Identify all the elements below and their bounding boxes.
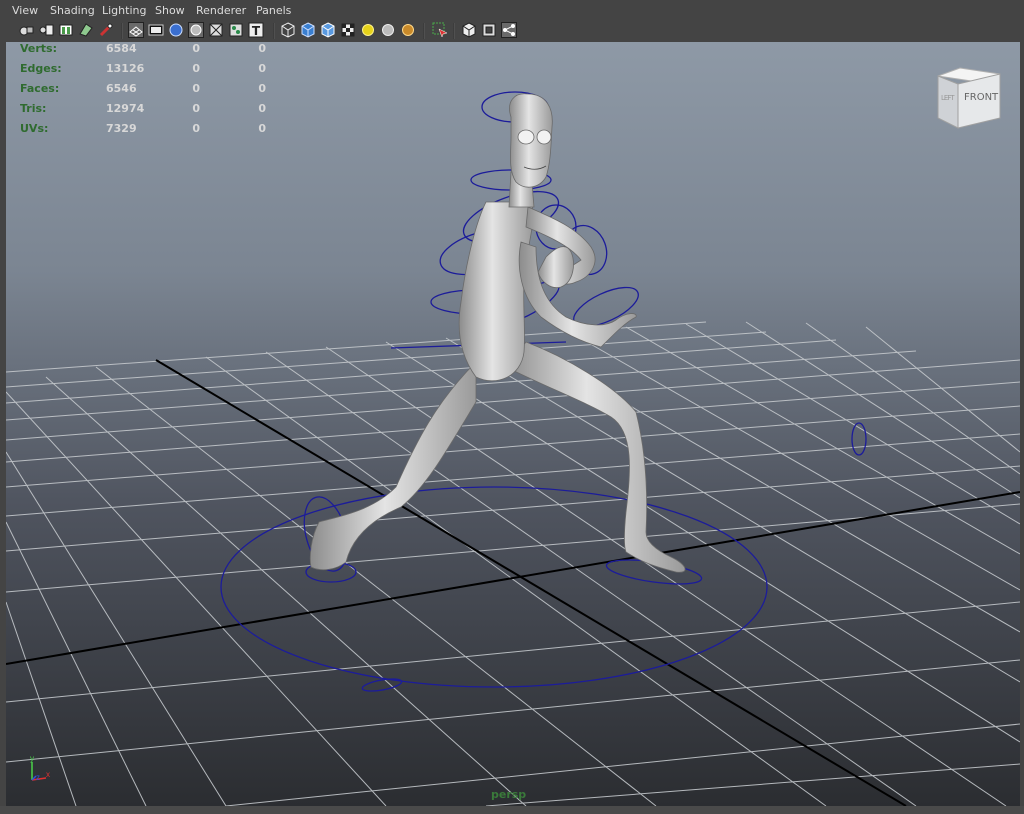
toolbar-separator bbox=[121, 23, 123, 39]
hud-value-uvs: 7329 bbox=[106, 122, 137, 135]
camera-name-label: persp bbox=[491, 788, 527, 801]
menu-renderer[interactable]: Renderer bbox=[196, 4, 246, 17]
xray-select-icon[interactable] bbox=[432, 22, 448, 38]
view-cube-left-label[interactable]: LEFT bbox=[941, 94, 954, 102]
hud-label-uvs: UVs: bbox=[20, 122, 49, 135]
view-cube[interactable]: FRONT LEFT bbox=[934, 66, 1004, 130]
axis-label-x: x bbox=[46, 770, 50, 779]
hud-value-verts-selected: 0 bbox=[192, 42, 200, 55]
hud-value-uvs-component: 0 bbox=[258, 122, 266, 135]
hud-value-tris-selected: 0 bbox=[192, 102, 200, 115]
pole-control-curve bbox=[361, 678, 403, 692]
3d-viewport[interactable]: Verts: 6584 0 0 Edges: 13126 0 0 Faces: … bbox=[6, 42, 1020, 806]
xray-icon[interactable] bbox=[481, 22, 497, 38]
smooth-shade-icon[interactable] bbox=[300, 22, 316, 38]
hud-value-tris: 12974 bbox=[106, 102, 145, 115]
right-eye-mesh bbox=[536, 129, 552, 145]
all-lights-icon[interactable] bbox=[380, 22, 396, 38]
hud-value-edges: 13126 bbox=[106, 62, 145, 75]
view-cube-front-label[interactable]: FRONT bbox=[964, 92, 998, 103]
hud-label-verts: Verts: bbox=[20, 42, 58, 55]
toolbar-separator bbox=[423, 23, 425, 39]
axis-gizmo: y x z bbox=[22, 754, 52, 784]
bookmark-icon[interactable] bbox=[38, 22, 54, 38]
view-cube-left-face bbox=[937, 75, 959, 129]
maya-viewport-window: View Shading Lighting Show Renderer Pane… bbox=[0, 0, 1024, 814]
hud-value-faces: 6546 bbox=[106, 82, 137, 95]
right-arm-mesh bbox=[518, 241, 637, 348]
hud-label-tris: Tris: bbox=[20, 102, 47, 115]
safe-title-icon[interactable]: T bbox=[248, 22, 264, 38]
root-control-curve bbox=[220, 486, 768, 688]
hud-label-faces: Faces: bbox=[20, 82, 60, 95]
field-chart-icon[interactable] bbox=[208, 22, 224, 38]
xray-joints-icon[interactable] bbox=[501, 22, 517, 38]
window-bottom-border bbox=[0, 806, 1024, 814]
hud-value-edges-selected: 0 bbox=[192, 62, 200, 75]
ground-grid bbox=[6, 321, 1020, 806]
toolbar-separator bbox=[453, 23, 455, 39]
torso-mesh bbox=[458, 201, 534, 382]
hud-label-edges: Edges: bbox=[20, 62, 62, 75]
camera-attributes-icon[interactable] bbox=[18, 22, 34, 38]
rig-controls[interactable] bbox=[220, 91, 867, 693]
axis-label-z: z bbox=[36, 773, 40, 782]
film-gate-icon[interactable] bbox=[148, 22, 164, 38]
left-hand-mesh bbox=[537, 246, 574, 289]
scene-canvas bbox=[6, 91, 1020, 806]
menu-view[interactable]: View bbox=[12, 4, 38, 17]
hud-value-faces-selected: 0 bbox=[192, 82, 200, 95]
hud-value-edges-component: 0 bbox=[258, 62, 266, 75]
svg-text:T: T bbox=[252, 24, 261, 38]
grid-icon[interactable] bbox=[128, 22, 144, 38]
isolate-select-icon[interactable] bbox=[461, 22, 477, 38]
character-mesh[interactable] bbox=[309, 93, 686, 573]
hud-value-uvs-selected: 0 bbox=[192, 122, 200, 135]
resolution-gate-icon[interactable] bbox=[168, 22, 184, 38]
left-eye-mesh bbox=[517, 129, 535, 145]
panel-menu-bar: View Shading Lighting Show Renderer Pane… bbox=[0, 0, 1024, 20]
world-axes bbox=[6, 359, 1020, 806]
hud-value-faces-component: 0 bbox=[258, 82, 266, 95]
wireframe-icon[interactable] bbox=[280, 22, 296, 38]
image-plane-icon[interactable] bbox=[58, 22, 74, 38]
grease-pencil-icon[interactable] bbox=[98, 22, 114, 38]
menu-show[interactable]: Show bbox=[155, 4, 185, 17]
hud-value-verts: 6584 bbox=[106, 42, 137, 55]
menu-lighting[interactable]: Lighting bbox=[102, 4, 146, 17]
right-leg-mesh bbox=[505, 341, 686, 573]
gate-mask-icon[interactable] bbox=[188, 22, 204, 38]
hud-value-verts-component: 0 bbox=[258, 42, 266, 55]
axis-label-y: y bbox=[30, 754, 34, 763]
toolbar-separator bbox=[273, 23, 275, 39]
default-light-icon[interactable] bbox=[360, 22, 376, 38]
two-d-pan-zoom-icon[interactable] bbox=[78, 22, 94, 38]
menu-panels[interactable]: Panels bbox=[256, 4, 291, 17]
hud-value-tris-component: 0 bbox=[258, 102, 266, 115]
panel-toolbar: T bbox=[0, 20, 1024, 42]
safe-action-icon[interactable] bbox=[228, 22, 244, 38]
wireframe-on-shaded-icon[interactable] bbox=[320, 22, 336, 38]
menu-shading[interactable]: Shading bbox=[50, 4, 95, 17]
shadows-icon[interactable] bbox=[400, 22, 416, 38]
textured-icon[interactable] bbox=[340, 22, 356, 38]
